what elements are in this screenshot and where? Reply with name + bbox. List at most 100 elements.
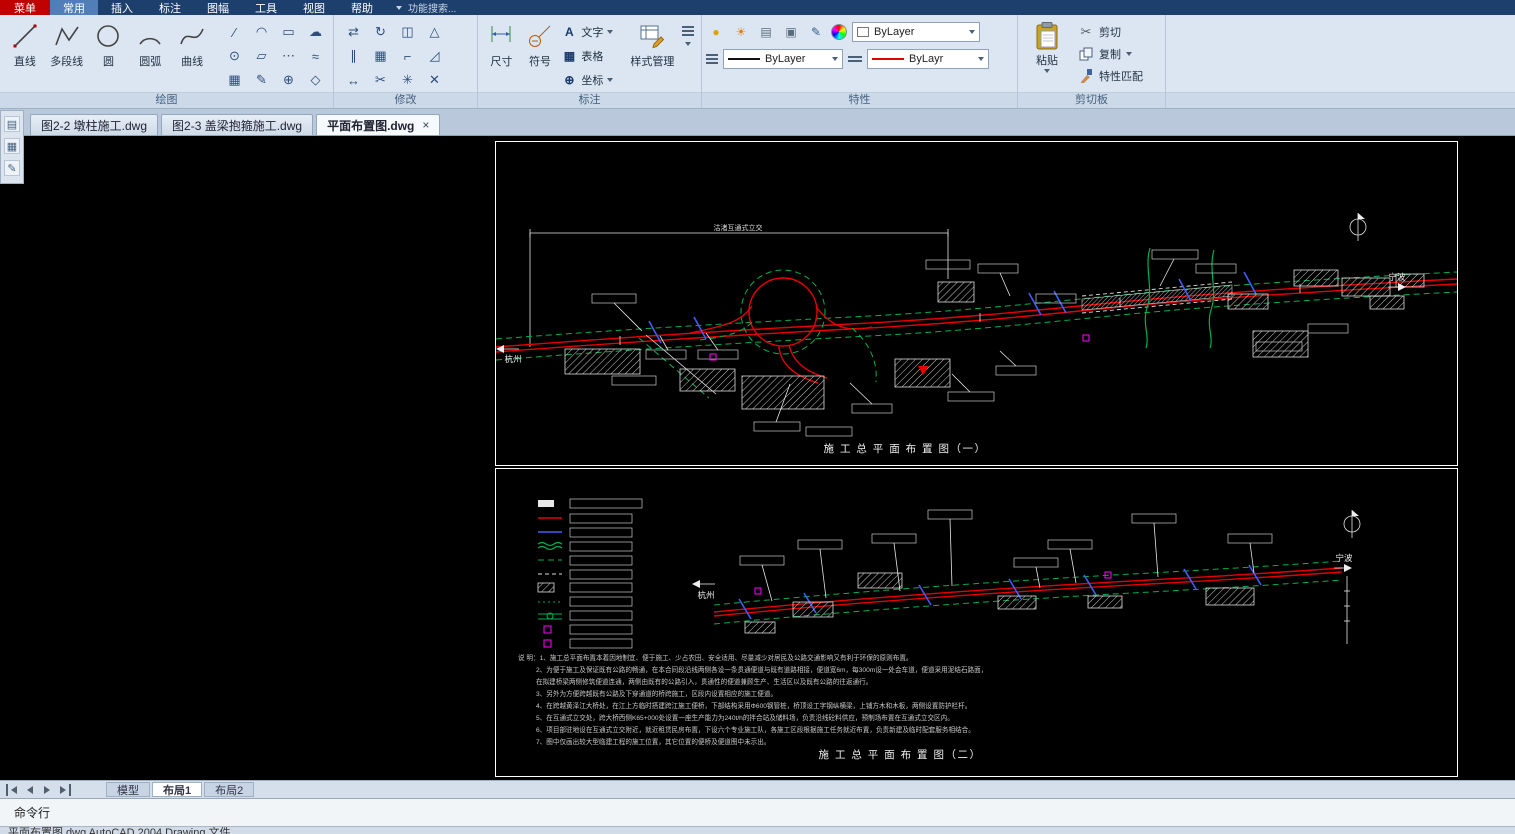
draw-mini-tool[interactable]: ⋯	[275, 44, 302, 68]
first-layout-nav[interactable]	[6, 783, 20, 796]
symbol-icon	[529, 25, 551, 47]
ribbon-tab-tools[interactable]: 工具	[242, 0, 290, 15]
draw-mini-tool[interactable]: ≈	[302, 44, 329, 68]
layer-plot-toggle[interactable]: ▤	[756, 23, 776, 41]
panel-label-clipboard[interactable]: 剪切板	[1018, 92, 1165, 108]
lineweight-control[interactable]: ByLayr	[867, 49, 989, 69]
modify-mini-tool[interactable]: ∥	[340, 44, 367, 68]
ribbon-tab-help[interactable]: 帮助	[338, 0, 386, 15]
panel-label-modify[interactable]: 修改	[334, 92, 477, 108]
draw-mini-tool[interactable]: ▱	[248, 44, 275, 68]
tab-layout1[interactable]: 布局1	[152, 782, 203, 797]
chevron-down-icon	[685, 42, 692, 46]
tool-label: 圆	[102, 56, 114, 68]
draw-mini-tool[interactable]: ◇	[302, 68, 329, 92]
draw-mini-tool[interactable]: ⊙	[221, 44, 248, 68]
layer-on-toggle[interactable]: ●	[706, 23, 726, 41]
layer-edit-toggle[interactable]: ✎	[806, 23, 826, 41]
tab-layout2[interactable]: 布局2	[204, 782, 255, 797]
lineweight-preview	[872, 58, 904, 60]
symbol-tool[interactable]: 符号	[521, 18, 560, 69]
note-line: 说 明：1、施工总平面布置本着因地制宜、便于施工、少占农田、安全适用、尽量减少对…	[518, 653, 913, 662]
tool-label: 剪切	[1099, 27, 1121, 39]
search-label: 功能搜索...	[408, 4, 457, 15]
prev-layout-nav[interactable]	[23, 784, 37, 796]
color-wheel-icon[interactable]	[831, 24, 847, 40]
modify-mini-tool[interactable]: ↔	[340, 68, 367, 92]
paste-button[interactable]: 粘贴	[1022, 18, 1072, 73]
modify-mini-tool[interactable]: △	[421, 20, 448, 44]
note-line: 7、图中仅画出较大型临建工程的施工位置，其它位置的便桥及便道图中未示出。	[536, 737, 770, 746]
style-manager-tool[interactable]: 样式管理	[625, 18, 679, 69]
color-control[interactable]: ByLayer	[852, 22, 980, 42]
modify-mini-tool[interactable]: ◫	[394, 20, 421, 44]
line-tool[interactable]: 直线	[4, 18, 46, 69]
layer-list-icon[interactable]	[706, 54, 718, 64]
cut-button[interactable]: ✂ 剪切	[1078, 23, 1143, 41]
tool-label: 文字	[581, 27, 604, 39]
draw-mini-tool[interactable]: ☁	[302, 20, 329, 44]
ribbon-tab-home[interactable]: 常用	[50, 0, 98, 15]
dock-tool[interactable]: ▤	[4, 116, 20, 132]
modify-mini-tool[interactable]: ✳	[394, 68, 421, 92]
doc-tab[interactable]: 图2-3 盖梁抱箍施工.dwg	[161, 114, 314, 135]
circle-tool[interactable]: 圆	[88, 18, 130, 69]
modify-mini-tool[interactable]: ◿	[421, 44, 448, 68]
drawing-canvas[interactable]: 沽渚互通式立交 杭州 宁波 施 工 总 平 面 布 置 图（一） 杭州 宁波 说…	[0, 136, 1515, 780]
line-icon	[13, 24, 37, 48]
draw-mini-tool[interactable]: ◠	[248, 20, 275, 44]
dimension-tool[interactable]: 尺寸	[482, 18, 521, 69]
modify-mini-tool[interactable]: ▦	[367, 44, 394, 68]
modify-mini-tools: ⇄ ↻ ◫ △ ∥ ▦ ⌐ ◿ ↔ ✂ ✳ ✕	[340, 18, 448, 92]
spline-tool[interactable]: 曲线	[171, 18, 213, 69]
last-layout-nav[interactable]	[57, 783, 71, 796]
label-boxes-2	[739, 509, 1273, 602]
layer-freeze-toggle[interactable]: ☀	[731, 23, 751, 41]
draw-mini-tool[interactable]: ▦	[221, 68, 248, 92]
function-search[interactable]: 功能搜索...	[396, 0, 456, 15]
coordinate-tool[interactable]: ⊕ 坐标	[561, 69, 623, 91]
table-tool[interactable]: ▦ 表格	[561, 45, 623, 67]
tool-label: 粘贴	[1036, 55, 1058, 67]
draw-mini-tool[interactable]: ✎	[248, 68, 275, 92]
draw-mini-tool[interactable]: ∕	[221, 20, 248, 44]
tab-model[interactable]: 模型	[106, 782, 150, 797]
tool-label: 多段线	[50, 56, 84, 68]
modify-mini-tool[interactable]: ⇄	[340, 20, 367, 44]
arc-tool[interactable]: 圆弧	[129, 18, 171, 69]
cad-window: 菜单 常用 插入 标注 图幅 工具 视图 帮助 功能搜索... 直线 多段线 圆…	[0, 0, 1515, 834]
modify-mini-tool[interactable]: ✕	[421, 68, 448, 92]
arc-icon	[139, 37, 161, 45]
ribbon-tab-sheet[interactable]: 图幅	[194, 0, 242, 15]
dock-tool[interactable]: ▦	[4, 138, 20, 154]
dock-tool[interactable]: ✎	[4, 160, 20, 176]
direction-west-2: 杭州	[692, 580, 715, 600]
ribbon-tab-annotate[interactable]: 标注	[146, 0, 194, 15]
draw-mini-tool[interactable]: ▭	[275, 20, 302, 44]
modify-mini-tool[interactable]: ⌐	[394, 44, 421, 68]
draw-mini-tool[interactable]: ⊕	[275, 68, 302, 92]
polyline-tool[interactable]: 多段线	[46, 18, 88, 69]
modify-mini-tool[interactable]: ↻	[367, 20, 394, 44]
ribbon-tab-view[interactable]: 视图	[290, 0, 338, 15]
next-layout-nav[interactable]	[40, 784, 54, 796]
modify-mini-tool[interactable]: ✂	[367, 68, 394, 92]
panel-label-properties[interactable]: 特性	[702, 92, 1017, 108]
doc-tab[interactable]: 图2-2 墩柱施工.dwg	[30, 114, 159, 135]
linetype-control[interactable]: ByLayer	[723, 49, 843, 69]
hangzhou-label: 杭州	[504, 354, 521, 364]
ribbon-tab-insert[interactable]: 插入	[98, 0, 146, 15]
drawing-viewport[interactable]: 沽渚互通式立交 杭州 宁波 施 工 总 平 面 布 置 图（一） 杭州 宁波 说…	[0, 136, 1515, 780]
lineweight-icon[interactable]	[848, 56, 862, 62]
doc-tab-active[interactable]: 平面布置图.dwg ×	[316, 114, 441, 135]
command-line[interactable]: 命令行	[0, 798, 1515, 826]
match-properties-button[interactable]: 特性匹配	[1078, 67, 1143, 85]
layer-lock-toggle[interactable]: ▣	[781, 23, 801, 41]
panel-label-draw[interactable]: 绘图	[0, 92, 333, 108]
annotate-overflow[interactable]	[679, 18, 697, 46]
app-menu-button[interactable]: 菜单	[0, 0, 50, 15]
text-tool[interactable]: A 文字	[561, 21, 623, 43]
close-icon[interactable]: ×	[422, 118, 429, 132]
panel-label-annotate[interactable]: 标注	[478, 92, 701, 108]
copy-button[interactable]: 复制	[1078, 45, 1143, 63]
